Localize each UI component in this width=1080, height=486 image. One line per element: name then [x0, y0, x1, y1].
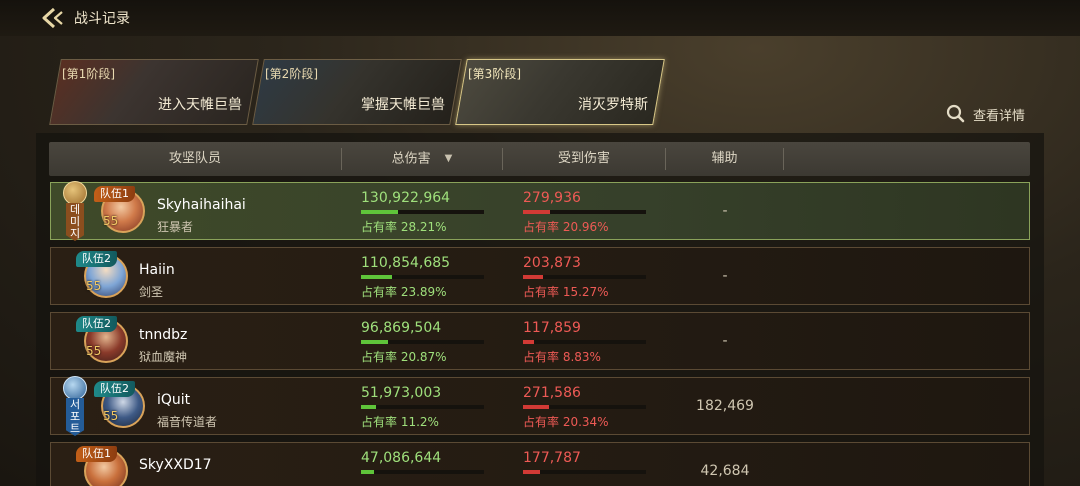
medal-icon [63, 376, 87, 400]
damage-share-bar [361, 210, 484, 214]
received-share-bar [523, 405, 646, 409]
player-name: SkyXXD17 [139, 457, 212, 473]
received-share-fill [523, 470, 541, 474]
total-damage-value: 47,086,644 [361, 450, 442, 466]
total-damage-value: 130,922,964 [361, 190, 451, 206]
support-role-badge: 서포트 [63, 376, 87, 436]
damage-share-text: 占有率 11.2% [361, 415, 439, 429]
assist-value: 42,684 [700, 463, 750, 479]
team-tag: 队伍2 [76, 316, 117, 332]
role-label: 서포트 [66, 398, 84, 436]
team-tag: 队伍1 [94, 186, 135, 202]
received-share-fill [523, 210, 551, 214]
level-badge: 55 [86, 344, 102, 358]
table-row[interactable]: 队伍2 55 Haiin 剑圣 110,854,685 占有率 23.89% 2… [50, 247, 1030, 305]
damage-share-fill [361, 275, 392, 279]
player-name: Skyhaihaihai [157, 197, 246, 213]
medal-icon [63, 181, 87, 205]
table-row[interactable]: 서포트 队伍2 55 iQuit 福音传道者 51,973,003 占有率 11… [50, 376, 1030, 436]
player-class: 福音传道者 [157, 415, 218, 429]
column-header-total-damage-label: 总伤害 [391, 151, 431, 167]
total-damage-value: 96,869,504 [361, 320, 442, 336]
tab-stage-2[interactable]: [第2阶段] 掌握天帷巨兽 [252, 59, 462, 125]
damage-received-value: 271,586 [523, 385, 581, 401]
damage-share-text: 占有率 28.21% [361, 220, 447, 234]
stage-2-name: 掌握天帷巨兽 [361, 97, 445, 113]
level-badge: 55 [103, 214, 119, 228]
damage-received-value: 117,859 [523, 320, 581, 336]
player-name: iQuit [157, 392, 191, 408]
table-header: 攻坚队员 总伤害 ▼ 受到伤害 辅助 [49, 142, 1030, 176]
table-row[interactable]: 队伍1 SkyXXD17 47,086,644 177,787 42,684 [50, 442, 1030, 486]
damage-share-text: 占有率 20.87% [361, 350, 447, 364]
stage-1-number: [第1阶段] [62, 67, 115, 81]
back-arrow-icon[interactable] [40, 6, 66, 30]
role-label: 데미지 [66, 203, 84, 241]
table-row[interactable]: 데미지 队伍1 55 Skyhaihaihai 狂暴者 130,922,964 … [50, 181, 1030, 241]
player-name: tnndbz [139, 327, 188, 343]
received-share-bar [523, 340, 646, 344]
view-details-label: 查看详情 [973, 109, 1026, 124]
stage-3-number: [第3阶段] [468, 67, 521, 81]
damage-received-value: 177,787 [523, 450, 581, 466]
received-share-text: 占有率 8.83% [523, 350, 601, 364]
tab-stage-3[interactable]: [第3阶段] 消灭罗特斯 [455, 59, 665, 125]
stage-1-name: 进入天帷巨兽 [158, 97, 242, 113]
level-badge: 55 [86, 279, 102, 293]
received-share-text: 占有率 20.34% [523, 415, 609, 429]
damage-share-fill [361, 405, 376, 409]
received-share-bar [523, 210, 646, 214]
damage-share-fill [361, 340, 389, 344]
player-class: 狂暴者 [157, 220, 194, 234]
column-header-total-damage[interactable]: 总伤害 ▼ [342, 142, 502, 176]
damage-share-fill [361, 210, 398, 214]
stage-3-name: 消灭罗特斯 [578, 97, 648, 113]
team-tag: 队伍2 [76, 251, 117, 267]
player-class: 剑圣 [139, 285, 164, 299]
damage-received-value: 279,936 [523, 190, 581, 206]
damage-role-badge: 데미지 [63, 181, 87, 241]
top-bar: 战斗记录 [0, 0, 1080, 36]
column-header-damage-received: 受到伤害 [557, 151, 610, 166]
team-tag: 队伍2 [94, 381, 135, 397]
table-row[interactable]: 队伍2 55 tnndbz 狱血魔神 96,869,504 占有率 20.87%… [50, 312, 1030, 370]
column-header-member: 攻坚队员 [168, 151, 221, 166]
received-share-fill [523, 340, 535, 344]
damage-share-bar [361, 275, 484, 279]
damage-share-bar [361, 470, 484, 474]
damage-received-value: 203,873 [523, 255, 581, 271]
received-share-bar [523, 275, 646, 279]
damage-share-bar [361, 340, 484, 344]
tab-stage-1[interactable]: [第1阶段] 进入天帷巨兽 [49, 59, 259, 125]
sort-descending-icon: ▼ [444, 153, 453, 164]
received-share-text: 占有率 20.96% [523, 220, 609, 234]
player-name: Haiin [139, 262, 175, 278]
assist-value: 182,469 [696, 398, 754, 414]
damage-share-fill [361, 470, 375, 474]
player-class: 狱血魔神 [139, 350, 188, 364]
level-badge: 55 [103, 409, 119, 423]
column-header-assist: 辅助 [711, 151, 738, 166]
stage-2-number: [第2阶段] [265, 67, 318, 81]
column-divider [783, 148, 784, 170]
total-damage-value: 51,973,003 [361, 385, 442, 401]
assist-value: - [722, 333, 728, 349]
team-tag: 队伍1 [76, 446, 117, 462]
assist-value: - [722, 268, 728, 284]
assist-value: - [722, 203, 728, 219]
received-share-fill [523, 275, 543, 279]
search-icon [946, 104, 965, 123]
page-title: 战斗记录 [74, 11, 130, 27]
received-share-bar [523, 470, 646, 474]
total-damage-value: 110,854,685 [361, 255, 451, 271]
damage-share-bar [361, 405, 484, 409]
received-share-text: 占有率 15.27% [523, 285, 609, 299]
damage-share-text: 占有率 23.89% [361, 285, 447, 299]
received-share-fill [523, 405, 550, 409]
